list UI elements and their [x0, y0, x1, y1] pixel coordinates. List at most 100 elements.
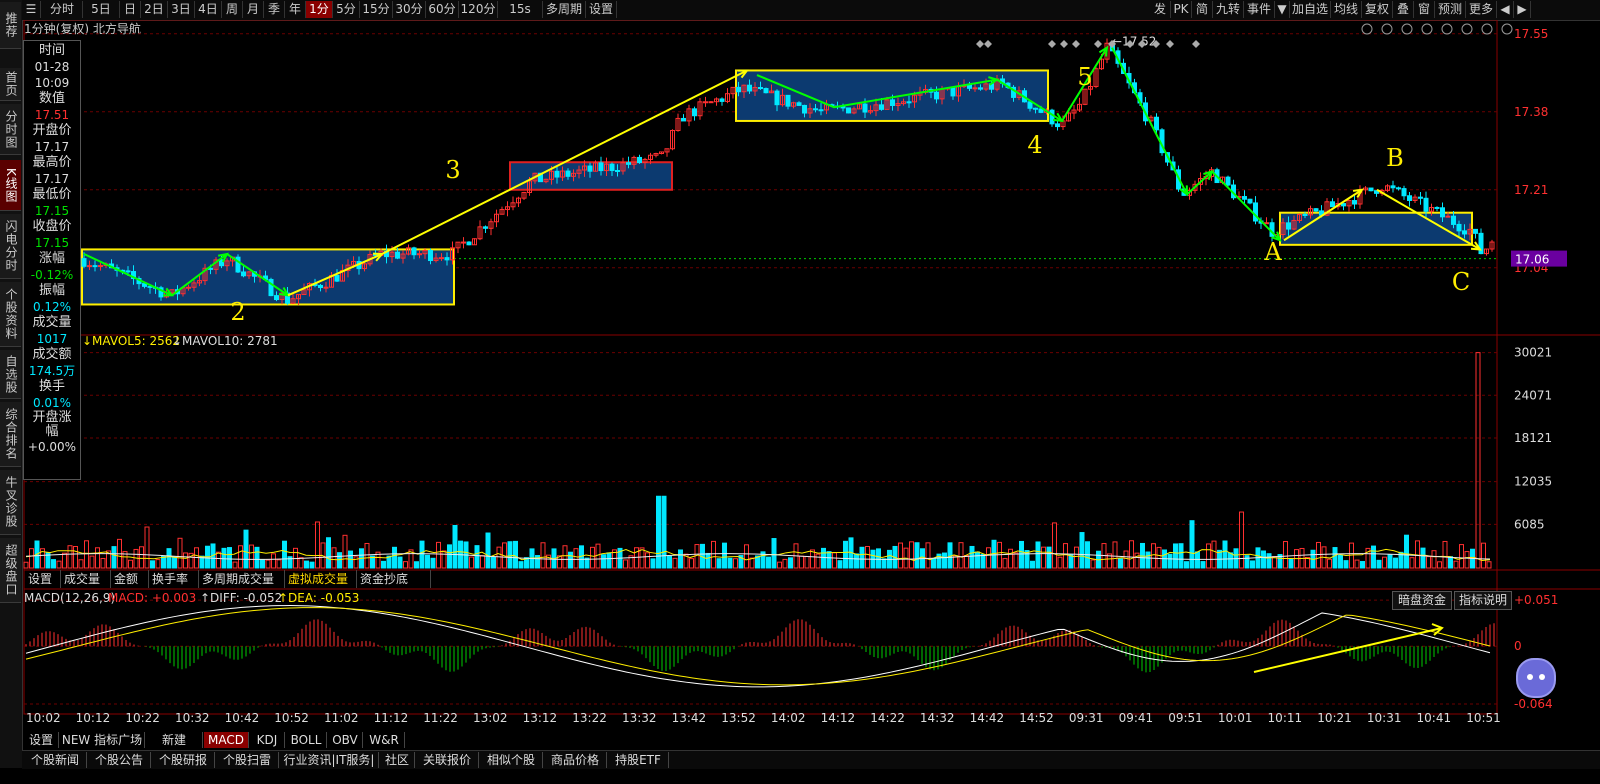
tool-button-4[interactable]: 事件 — [1244, 1, 1275, 18]
info-link-5[interactable]: 社区 — [380, 752, 415, 768]
volume-bar — [452, 524, 458, 569]
candle-body — [483, 226, 488, 229]
nav-item-0[interactable]: 推荐 — [0, 2, 21, 49]
info-link-6[interactable]: 关联报价 — [416, 752, 479, 768]
indicator-tab-3[interactable]: MACD — [204, 732, 249, 748]
volume-tab-5[interactable]: 虚拟成交量 — [284, 570, 357, 588]
volume-tab-6[interactable]: 资金抄底 — [356, 570, 431, 588]
period-tab-9[interactable]: 年 — [285, 1, 306, 18]
nav-item-3[interactable]: K线图 — [0, 160, 21, 211]
period-tab-4[interactable]: 3日 — [168, 1, 195, 18]
indicator-tab-6[interactable]: OBV — [328, 732, 363, 748]
volume-bar — [1316, 541, 1321, 569]
indicator-tab-1[interactable]: NEW 指标广场 — [60, 732, 145, 748]
candle-body — [609, 163, 615, 172]
volume-tab-3[interactable]: 换手率 — [148, 570, 199, 588]
indicator-tab-7[interactable]: W&R — [364, 732, 405, 748]
tool-button-5[interactable]: ▼ — [1275, 1, 1290, 18]
tool-button-7[interactable]: 均线 — [1331, 1, 1362, 18]
nav-item-1[interactable]: 首页 — [0, 68, 21, 101]
volume-bar — [1008, 548, 1013, 569]
info-link-0[interactable]: 个股新闻 — [24, 752, 87, 768]
period-tab-2[interactable]: 日 — [120, 1, 141, 18]
tool-button-2[interactable]: 简 — [1192, 1, 1213, 18]
indicator-tab-0[interactable]: 设置 — [24, 732, 59, 748]
period-tab-1[interactable]: 5日 — [83, 1, 120, 18]
indicator-help-button[interactable]: 指标说明 — [1454, 591, 1512, 610]
tool-button-8[interactable]: 复权 — [1362, 1, 1393, 18]
volume-bar — [326, 537, 331, 569]
volume-bar — [650, 558, 656, 569]
period-tab-8[interactable]: 季 — [264, 1, 285, 18]
period-tab-10[interactable]: 1分 — [306, 1, 333, 18]
period-tab-0[interactable]: 分时 — [42, 1, 83, 18]
candle-body — [637, 156, 642, 164]
nav-item-2[interactable]: 分时图 — [0, 104, 21, 155]
period-tab-6[interactable]: 周 — [222, 1, 243, 18]
volume-bar — [1156, 546, 1162, 569]
period-tab-16[interactable]: 15s — [498, 1, 543, 18]
volume-tab-1[interactable]: 成交量 — [60, 570, 111, 588]
candle-body — [98, 265, 103, 268]
info-value-10: 1017 — [36, 332, 68, 346]
volume-tab-2[interactable]: 金额 — [110, 570, 149, 588]
indicator-tab-5[interactable]: BOLL — [286, 732, 327, 748]
indicator-tab-4[interactable]: KDJ — [250, 732, 285, 748]
info-link-8[interactable]: 商品价格 — [544, 752, 607, 768]
period-tab-7[interactable]: 月 — [243, 1, 264, 18]
period-tab-15[interactable]: 120分 — [459, 1, 498, 18]
period-tab-5[interactable]: 4日 — [195, 1, 222, 18]
info-link-3[interactable]: 个股扫雷 — [216, 752, 279, 768]
volume-tab-0[interactable]: 设置 — [24, 570, 61, 588]
volume-bar — [821, 547, 826, 569]
tool-button-9[interactable]: 叠 — [1393, 1, 1414, 18]
time-tick-13: 13:42 — [672, 711, 707, 725]
info-link-2[interactable]: 个股研报 — [152, 752, 215, 768]
info-link-9[interactable]: 持股ETF — [608, 752, 669, 768]
volume-bar — [315, 521, 320, 569]
kline-chart[interactable]: 17.5517.3817.2117.0417.06300212407118121… — [22, 20, 1600, 732]
nav-item-6[interactable]: 自选股 — [0, 350, 21, 399]
tool-button-10[interactable]: 窗 — [1414, 1, 1435, 18]
nav-item-8[interactable]: 牛叉诊股 — [0, 470, 21, 535]
volume-bar — [744, 544, 749, 569]
info-link-1[interactable]: 个股公告 — [88, 752, 151, 768]
price-tick-2: 17.21 — [1514, 183, 1548, 197]
tool-button-3[interactable]: 九转 — [1213, 1, 1244, 18]
candle-body — [1423, 197, 1429, 212]
info-link-7[interactable]: 相似个股 — [480, 752, 543, 768]
info-link-4[interactable]: 行业资讯|IT服务| — [280, 752, 379, 768]
nav-item-7[interactable]: 综合排名 — [0, 402, 21, 467]
tool-button-0[interactable]: 发 — [1150, 1, 1171, 18]
period-tab-12[interactable]: 15分 — [360, 1, 393, 18]
candle-body — [1418, 196, 1423, 199]
tool-button-6[interactable]: 加自选 — [1290, 1, 1331, 18]
nav-item-4[interactable]: 闪电分时 — [0, 214, 21, 279]
period-tab-17[interactable]: 多周期 — [543, 1, 586, 18]
menu-icon[interactable]: ☰ — [22, 1, 41, 18]
tool-button-12[interactable]: 更多 — [1466, 1, 1497, 18]
volume-bar — [254, 546, 260, 569]
period-tab-13[interactable]: 30分 — [393, 1, 426, 18]
indicator-tab-2[interactable]: 新建 — [146, 732, 203, 748]
volume-bar — [1486, 561, 1492, 569]
nav-item-5[interactable]: 个股资料 — [0, 282, 21, 347]
volume-bar — [1448, 556, 1453, 569]
nav-item-9[interactable]: 超级盘口 — [0, 538, 21, 603]
volume-tab-4[interactable]: 多周期成交量 — [198, 570, 285, 588]
dark-pool-fund-button[interactable]: 暗盘资金 — [1392, 591, 1452, 610]
mavol10-legend: ↓MAVOL10: 2781 — [172, 334, 278, 348]
tool-button-13[interactable]: ◀ — [1497, 1, 1514, 18]
candle-body — [554, 170, 560, 178]
period-tab-11[interactable]: 5分 — [333, 1, 360, 18]
period-tab-3[interactable]: 2日 — [141, 1, 168, 18]
info-value-6: 17.15 — [34, 204, 70, 218]
period-tab-18[interactable]: 设置 — [586, 1, 617, 18]
tool-button-1[interactable]: PK — [1171, 1, 1192, 18]
period-tab-14[interactable]: 60分 — [426, 1, 459, 18]
volume-bar — [89, 555, 95, 569]
tool-button-14[interactable]: ▶ — [1514, 1, 1531, 18]
volume-bar — [403, 561, 408, 569]
assistant-robot-icon[interactable] — [1516, 658, 1556, 698]
tool-button-11[interactable]: 预测 — [1435, 1, 1466, 18]
